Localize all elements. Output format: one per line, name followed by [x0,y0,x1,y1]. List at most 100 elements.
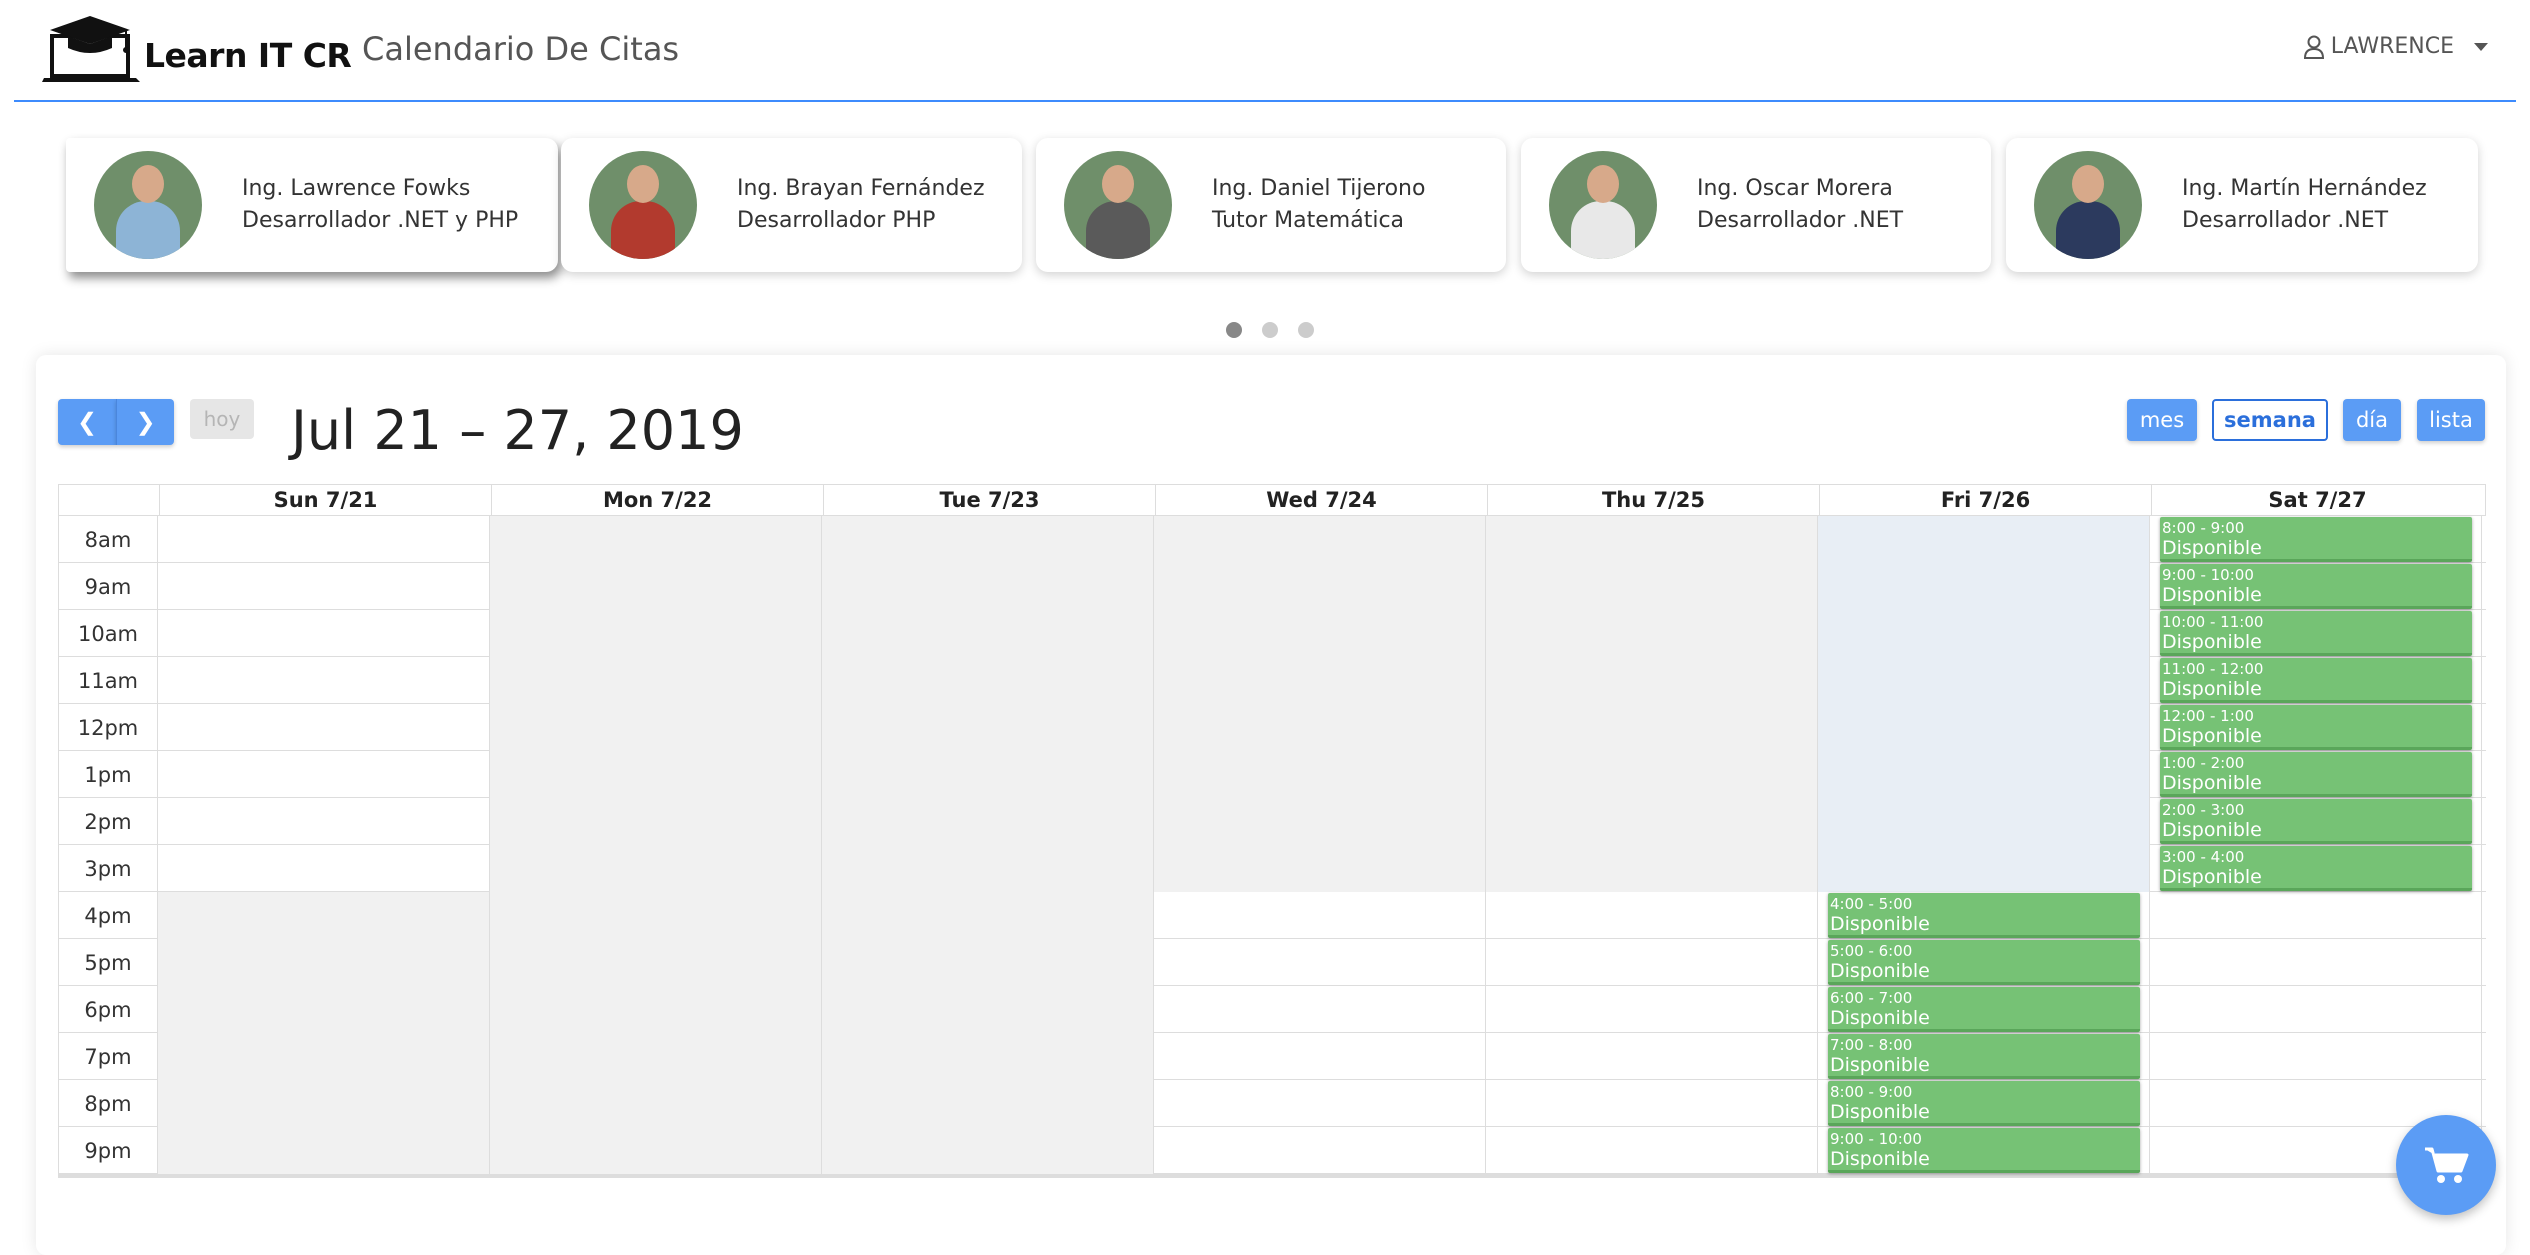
calendar-event[interactable]: 8:00 - 9:00 Disponible [1828,1081,2140,1126]
calendar-cell[interactable] [822,1080,1154,1127]
calendar-cell[interactable] [1818,610,2150,657]
calendar-cell[interactable] [158,516,490,563]
calendar-cell[interactable] [1818,751,2150,798]
calendar-cell[interactable] [822,798,1154,845]
calendar-cell[interactable] [1486,845,1818,892]
calendar-cell[interactable] [490,516,822,563]
calendar-cell[interactable] [822,704,1154,751]
calendar-cell[interactable] [822,610,1154,657]
calendar-cell[interactable] [1154,892,1486,939]
calendar-event[interactable]: 9:00 - 10:00 Disponible [2160,564,2472,609]
tutor-card[interactable]: Ing. Oscar Morera Desarrollador .NET [1521,138,1991,272]
carousel-dot[interactable] [1298,322,1314,338]
calendar-cell[interactable] [1818,516,2150,563]
calendar-cell[interactable] [2150,892,2482,939]
calendar-cell[interactable] [158,986,490,1033]
calendar-event[interactable]: 2:00 - 3:00 Disponible [2160,799,2472,844]
calendar-cell[interactable] [490,1033,822,1080]
calendar-event[interactable]: 7:00 - 8:00 Disponible [1828,1034,2140,1079]
calendar-event[interactable]: 9:00 - 10:00 Disponible [1828,1128,2140,1173]
calendar-cell[interactable] [1486,610,1818,657]
calendar-cell[interactable] [1486,1033,1818,1080]
calendar-cell[interactable] [822,751,1154,798]
calendar-cell[interactable] [1486,1127,1818,1174]
calendar-cell[interactable] [2150,986,2482,1033]
calendar-cell[interactable] [822,986,1154,1033]
calendar-event[interactable]: 6:00 - 7:00 Disponible [1828,987,2140,1032]
calendar-event[interactable]: 8:00 - 9:00 Disponible [2160,517,2472,562]
calendar-cell[interactable] [1486,1080,1818,1127]
tutor-card[interactable]: Ing. Brayan Fernández Desarrollador PHP [561,138,1022,272]
calendar-cell[interactable] [490,892,822,939]
calendar-cell[interactable] [490,939,822,986]
calendar-event[interactable]: 1:00 - 2:00 Disponible [2160,752,2472,797]
calendar-cell[interactable] [490,1127,822,1174]
graduation-laptop-icon[interactable] [42,14,142,84]
cart-button[interactable] [2396,1115,2496,1215]
calendar-cell[interactable] [1154,845,1486,892]
calendar-cell[interactable] [158,892,490,939]
calendar-cell[interactable] [158,657,490,704]
user-menu[interactable]: LAWRENCE [2303,34,2488,59]
calendar-cell[interactable] [1818,704,2150,751]
calendar-cell[interactable] [1154,704,1486,751]
calendar-cell[interactable] [158,798,490,845]
calendar-cell[interactable] [1154,986,1486,1033]
calendar-cell[interactable] [822,657,1154,704]
calendar-cell[interactable] [822,1127,1154,1174]
view-day-button[interactable]: día [2343,399,2401,441]
calendar-cell[interactable] [490,751,822,798]
calendar-cell[interactable] [2150,939,2482,986]
calendar-cell[interactable] [1154,798,1486,845]
calendar-cell[interactable] [1818,657,2150,704]
calendar-cell[interactable] [490,845,822,892]
calendar-cell[interactable] [158,1033,490,1080]
calendar-cell[interactable] [158,939,490,986]
calendar-cell[interactable] [490,704,822,751]
tutor-card[interactable]: Ing. Daniel Tijerono Tutor Matemática [1036,138,1506,272]
today-button[interactable]: hoy [190,399,254,439]
calendar-cell[interactable] [1818,563,2150,610]
calendar-cell[interactable] [1486,516,1818,563]
calendar-cell[interactable] [158,751,490,798]
calendar-event[interactable]: 4:00 - 5:00 Disponible [1828,893,2140,938]
calendar-cell[interactable] [822,1033,1154,1080]
tutor-card[interactable]: Ing. Lawrence Fowks Desarrollador .NET y … [66,138,558,272]
view-month-button[interactable]: mes [2127,399,2197,441]
calendar-cell[interactable] [2150,1033,2482,1080]
calendar-event[interactable]: 5:00 - 6:00 Disponible [1828,940,2140,985]
calendar-event[interactable]: 10:00 - 11:00 Disponible [2160,611,2472,656]
calendar-cell[interactable] [490,1080,822,1127]
calendar-cell[interactable] [1154,1080,1486,1127]
calendar-cell[interactable] [822,516,1154,563]
calendar-event[interactable]: 3:00 - 4:00 Disponible [2160,846,2472,891]
calendar-cell[interactable] [1486,657,1818,704]
calendar-cell[interactable] [158,563,490,610]
calendar-event[interactable]: 11:00 - 12:00 Disponible [2160,658,2472,703]
calendar-cell[interactable] [158,1080,490,1127]
carousel-dot[interactable] [1226,322,1242,338]
calendar-cell[interactable] [1154,1033,1486,1080]
calendar-event[interactable]: 12:00 - 1:00 Disponible [2160,705,2472,750]
calendar-cell[interactable] [1486,751,1818,798]
calendar-cell[interactable] [1154,610,1486,657]
calendar-cell[interactable] [1154,563,1486,610]
calendar-cell[interactable] [490,657,822,704]
calendar-cell[interactable] [490,986,822,1033]
calendar-cell[interactable] [1154,939,1486,986]
view-week-button[interactable]: semana [2212,399,2328,441]
calendar-cell[interactable] [490,610,822,657]
calendar-cell[interactable] [158,704,490,751]
prev-week-button[interactable]: ❮ [58,399,116,445]
next-week-button[interactable]: ❯ [116,399,174,445]
calendar-cell[interactable] [490,798,822,845]
carousel-dot[interactable] [1262,322,1278,338]
calendar-cell[interactable] [1486,704,1818,751]
calendar-cell[interactable] [158,845,490,892]
brand-name[interactable]: Learn IT CR [144,36,352,75]
calendar-cell[interactable] [1486,798,1818,845]
calendar-cell[interactable] [1486,939,1818,986]
calendar-cell[interactable] [1154,1127,1486,1174]
calendar-cell[interactable] [1154,657,1486,704]
calendar-cell[interactable] [1818,845,2150,892]
